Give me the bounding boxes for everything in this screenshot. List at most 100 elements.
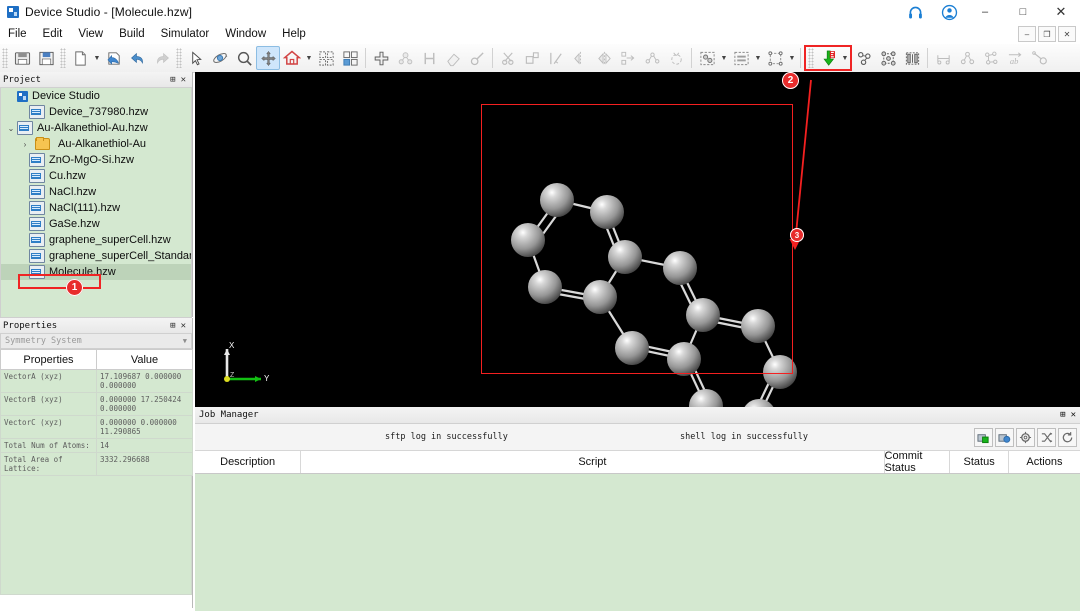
- lattice-view-button[interactable]: [763, 46, 787, 70]
- column-header-status[interactable]: Status: [950, 451, 1009, 473]
- column-header-script[interactable]: Script: [301, 451, 885, 473]
- redo-button[interactable]: [150, 46, 174, 70]
- cluster-view-button[interactable]: [852, 46, 876, 70]
- measure-angle-button[interactable]: [955, 46, 979, 70]
- window-maximize-button[interactable]: □: [1004, 0, 1042, 24]
- project-tree[interactable]: Device Studio Device_737980.hzw ⌄ Au-Alk…: [0, 88, 192, 318]
- xyz-rotate-button[interactable]: [664, 46, 688, 70]
- tree-item-graphene-supercell-standardize[interactable]: graphene_superCell_StandardizeC...: [1, 248, 191, 264]
- tree-item-au-alkanethiol-au-hzw[interactable]: ⌄ Au-Alkanethiol-Au.hzw: [1, 120, 191, 136]
- bond-tool-button[interactable]: [465, 46, 489, 70]
- vector-ab-button[interactable]: ab: [1003, 46, 1027, 70]
- device-electrode-button[interactable]: [900, 46, 924, 70]
- link-atoms-button[interactable]: [1027, 46, 1051, 70]
- tree-expander[interactable]: ⌄: [5, 124, 17, 133]
- rotate-orbit-button[interactable]: [208, 46, 232, 70]
- tree-item-nacl-111[interactable]: NaCl(111).hzw: [1, 200, 191, 216]
- select-pointer-button[interactable]: [184, 46, 208, 70]
- save-all-button[interactable]: [10, 46, 34, 70]
- close-panel-icon[interactable]: ✕: [1071, 410, 1076, 420]
- menu-view[interactable]: View: [70, 24, 111, 44]
- headset-icon[interactable]: [898, 0, 932, 24]
- table-row[interactable]: VectorB (xyz) 0.000000 17.250424 0.00000…: [0, 392, 193, 416]
- lattice-atoms-button[interactable]: [876, 46, 900, 70]
- layout-view-button[interactable]: [338, 46, 362, 70]
- display-style-dropdown-caret[interactable]: ▼: [719, 47, 729, 69]
- gear-icon[interactable]: [1016, 427, 1035, 447]
- tree-item-au-alkanethiol-au-folder[interactable]: › Au-Alkanethiol-Au: [1, 136, 191, 152]
- float-panel-icon[interactable]: ⊞: [170, 321, 175, 331]
- column-header-actions[interactable]: Actions: [1009, 451, 1080, 473]
- symmetry-system-select[interactable]: Symmetry System ▼: [0, 334, 192, 349]
- close-panel-icon[interactable]: ✕: [181, 75, 186, 85]
- server-remove-icon[interactable]: [995, 427, 1014, 447]
- toolbar-grip[interactable]: [2, 48, 8, 68]
- display-style-button[interactable]: [695, 46, 719, 70]
- shuffle-icon[interactable]: [1037, 427, 1056, 447]
- abc-transform-button[interactable]: [640, 46, 664, 70]
- lattice-view-dropdown-caret[interactable]: ▼: [787, 47, 797, 69]
- tree-item-gase[interactable]: GaSe.hzw: [1, 216, 191, 232]
- mirror-button[interactable]: [568, 46, 592, 70]
- open-file-button[interactable]: [102, 46, 126, 70]
- export-energy-dropdown-caret[interactable]: ▼: [840, 47, 850, 69]
- toolbar-grip[interactable]: [60, 48, 66, 68]
- save-button[interactable]: [34, 46, 58, 70]
- tree-item-zno-mgo-si[interactable]: ZnO-MgO-Si.hzw: [1, 152, 191, 168]
- translate-button[interactable]: [616, 46, 640, 70]
- toolbar-grip[interactable]: [808, 48, 814, 68]
- add-atom-button[interactable]: [369, 46, 393, 70]
- mdi-close-button[interactable]: ✕: [1058, 26, 1076, 42]
- tree-item-nacl[interactable]: NaCl.hzw: [1, 184, 191, 200]
- column-header-description[interactable]: Description: [195, 451, 302, 473]
- export-energy-button[interactable]: [816, 46, 840, 70]
- user-account-icon[interactable]: [932, 0, 966, 24]
- toolbar-grip[interactable]: [176, 48, 182, 68]
- menu-build[interactable]: Build: [111, 24, 153, 44]
- new-file-dropdown-caret[interactable]: ▼: [92, 47, 102, 69]
- column-header-commit-status[interactable]: Commit Status: [885, 450, 951, 474]
- eraser-button[interactable]: [441, 46, 465, 70]
- add-hydrogen-button[interactable]: [417, 46, 441, 70]
- mdi-minimize-button[interactable]: –: [1018, 26, 1036, 42]
- molecule-viewport[interactable]: X Y Z: [195, 72, 1080, 407]
- pan-view-button[interactable]: [256, 46, 280, 70]
- tree-item-device-737980[interactable]: Device_737980.hzw: [1, 104, 191, 120]
- chevron-down-icon[interactable]: ▼: [183, 337, 187, 345]
- close-panel-icon[interactable]: ✕: [181, 321, 186, 331]
- tree-item-device-studio[interactable]: Device Studio: [1, 88, 191, 104]
- table-row[interactable]: Total Num of Atoms: 14: [0, 438, 193, 453]
- measure-button[interactable]: [544, 46, 568, 70]
- home-view-dropdown-caret[interactable]: ▼: [304, 47, 314, 69]
- home-view-button[interactable]: [280, 46, 304, 70]
- job-table-body[interactable]: [195, 474, 1080, 611]
- window-close-button[interactable]: ✕: [1042, 0, 1080, 24]
- new-file-button[interactable]: [68, 46, 92, 70]
- supercell-button[interactable]: [520, 46, 544, 70]
- table-row[interactable]: Total Area of Lattice: 3332.296688: [0, 452, 193, 476]
- tile-view-button[interactable]: [314, 46, 338, 70]
- tree-item-molecule[interactable]: Molecule.hzw: [1, 264, 191, 280]
- menu-file[interactable]: File: [0, 24, 35, 44]
- table-row[interactable]: VectorA (xyz) 17.109687 0.000000 0.00000…: [0, 369, 193, 393]
- menu-window[interactable]: Window: [217, 24, 274, 44]
- float-panel-icon[interactable]: ⊞: [170, 75, 175, 85]
- reflect-button[interactable]: [592, 46, 616, 70]
- menu-help[interactable]: Help: [274, 24, 314, 44]
- tree-item-graphene-supercell[interactable]: graphene_superCell.hzw: [1, 232, 191, 248]
- table-row[interactable]: VectorC (xyz) 0.000000 0.000000 11.29086…: [0, 415, 193, 439]
- measure-distance-button[interactable]: [931, 46, 955, 70]
- server-add-icon[interactable]: [974, 427, 993, 447]
- mdi-restore-button[interactable]: ❐: [1038, 26, 1056, 42]
- float-panel-icon[interactable]: ⊞: [1060, 410, 1065, 420]
- refresh-icon[interactable]: [1058, 427, 1077, 447]
- menu-edit[interactable]: Edit: [35, 24, 71, 44]
- measure-dihedral-button[interactable]: [979, 46, 1003, 70]
- undo-button[interactable]: [126, 46, 150, 70]
- slab-view-button[interactable]: [729, 46, 753, 70]
- cut-bond-button[interactable]: [496, 46, 520, 70]
- menu-simulator[interactable]: Simulator: [153, 24, 218, 44]
- add-molecule-button[interactable]: [393, 46, 417, 70]
- slab-view-dropdown-caret[interactable]: ▼: [753, 47, 763, 69]
- window-minimize-button[interactable]: –: [966, 0, 1004, 24]
